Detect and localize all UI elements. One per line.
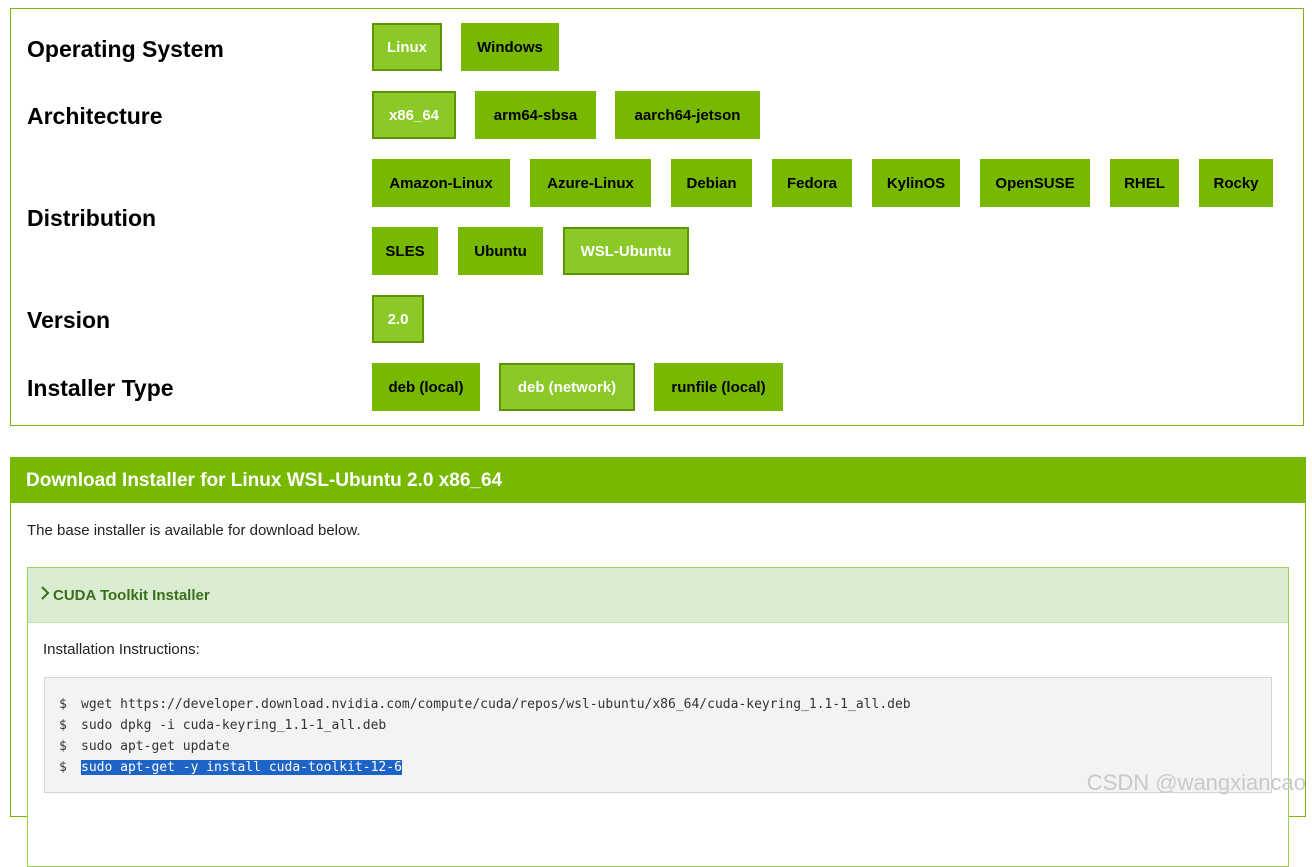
distro-option-opensuse[interactable]: OpenSUSE bbox=[980, 159, 1090, 207]
distro-option-debian[interactable]: Debian bbox=[671, 159, 752, 207]
os-label: Operating System bbox=[27, 36, 224, 62]
shell-prompt: $ bbox=[59, 739, 67, 754]
cuda-toolkit-installer-panel: CUDA Toolkit Installer Installation Inst… bbox=[27, 567, 1289, 867]
distro-option-fedora[interactable]: Fedora bbox=[772, 159, 852, 207]
shell-prompt: $ bbox=[59, 760, 67, 775]
cuda-toolkit-installer-toggle[interactable]: CUDA Toolkit Installer bbox=[28, 568, 1288, 623]
os-option-linux[interactable]: Linux bbox=[372, 23, 442, 71]
code-line: $ wget https://developer.download.nvidia.… bbox=[59, 694, 1271, 715]
architecture-label: Architecture bbox=[27, 103, 163, 129]
installation-instructions-label: Installation Instructions: bbox=[43, 641, 200, 658]
code-line: $ sudo dpkg -i cuda-keyring_1.1-1_all.deb bbox=[59, 715, 1271, 736]
arch-option-x86-64[interactable]: x86_64 bbox=[372, 91, 456, 139]
installer-option-deb-local[interactable]: deb (local) bbox=[372, 363, 480, 411]
download-title: Download Installer for Linux WSL-Ubuntu … bbox=[11, 458, 1305, 503]
os-option-windows[interactable]: Windows bbox=[461, 23, 559, 71]
csdn-watermark: CSDN @wangxiancao bbox=[1086, 770, 1306, 795]
installer-type-label: Installer Type bbox=[27, 375, 174, 401]
download-description: The base installer is available for down… bbox=[27, 522, 361, 539]
arch-option-aarch64-jetson[interactable]: aarch64-jetson bbox=[615, 91, 760, 139]
cuda-toolkit-installer-title: CUDA Toolkit Installer bbox=[53, 586, 210, 604]
command-dpkg[interactable]: sudo dpkg -i cuda-keyring_1.1-1_all.deb bbox=[81, 718, 386, 733]
version-option-2-0[interactable]: 2.0 bbox=[372, 295, 424, 343]
shell-prompt: $ bbox=[59, 697, 67, 712]
distro-option-rocky[interactable]: Rocky bbox=[1199, 159, 1273, 207]
download-panel: Download Installer for Linux WSL-Ubuntu … bbox=[10, 457, 1306, 867]
command-apt-install-highlighted[interactable]: sudo apt-get -y install cuda-toolkit-12-… bbox=[81, 760, 402, 775]
distro-option-wsl-ubuntu[interactable]: WSL-Ubuntu bbox=[563, 227, 689, 275]
distro-option-ubuntu[interactable]: Ubuntu bbox=[458, 227, 543, 275]
installer-option-runfile-local[interactable]: runfile (local) bbox=[654, 363, 783, 411]
distro-option-azure-linux[interactable]: Azure-Linux bbox=[530, 159, 651, 207]
distro-option-amazon-linux[interactable]: Amazon-Linux bbox=[372, 159, 510, 207]
code-line: $ sudo apt-get update bbox=[59, 736, 1271, 757]
distro-option-kylinos[interactable]: KylinOS bbox=[872, 159, 960, 207]
distro-option-sles[interactable]: SLES bbox=[372, 227, 438, 275]
installer-option-deb-network[interactable]: deb (network) bbox=[499, 363, 635, 411]
arch-option-arm64-sbsa[interactable]: arm64-sbsa bbox=[475, 91, 596, 139]
command-apt-update[interactable]: sudo apt-get update bbox=[81, 739, 230, 754]
version-label: Version bbox=[27, 307, 111, 333]
shell-prompt: $ bbox=[59, 718, 67, 733]
command-wget[interactable]: wget https://developer.download.nvidia.c… bbox=[81, 697, 911, 712]
distribution-label: Distribution bbox=[27, 205, 157, 231]
installer-selector-panel: Operating System Linux Windows Architect… bbox=[10, 8, 1304, 426]
distro-option-rhel[interactable]: RHEL bbox=[1110, 159, 1179, 207]
chevron-right-icon bbox=[40, 585, 50, 605]
